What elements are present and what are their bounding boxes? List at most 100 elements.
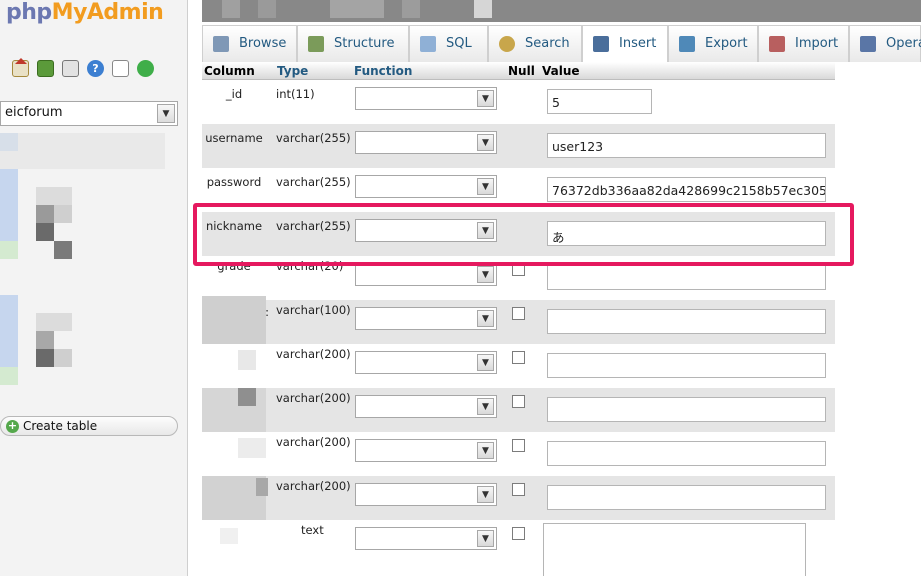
tab-insert[interactable]: Insert [582,25,668,63]
value-input[interactable] [547,353,826,378]
null-checkbox[interactable] [512,483,525,496]
docs-icon[interactable] [112,60,129,77]
function-select[interactable]: ▼ [355,307,497,330]
value-input[interactable] [547,441,826,466]
header-null: Null [508,64,535,78]
chevron-down-icon[interactable]: ▼ [477,134,494,151]
plus-icon: + [6,419,19,433]
search-icon [499,36,515,52]
column-type: varchar(200) [276,435,351,449]
value-input[interactable] [547,485,826,510]
function-select[interactable]: ▼ [355,483,497,506]
column-name: : [265,305,269,319]
operations-icon [860,36,876,52]
null-checkbox[interactable] [512,527,525,540]
column-type: varchar(100) [276,303,351,317]
table-row: varchar(200) ▼ [202,388,835,440]
value-input[interactable]: 5 [547,89,652,114]
sql-icon [420,36,436,52]
column-type: varchar(200) [276,391,351,405]
chevron-down-icon[interactable]: ▼ [477,90,494,107]
column-name: username [205,131,263,145]
column-type: varchar(200) [276,347,351,361]
column-type: int(11) [276,87,315,101]
query-icon[interactable] [62,60,79,77]
nav-toolbar: ? [12,58,154,77]
chevron-down-icon[interactable]: ▼ [157,104,175,123]
structure-icon [308,36,324,52]
value-textarea[interactable] [543,523,806,576]
table-row: password varchar(255) ▼ 76372db336aa82da… [202,168,835,212]
value-input[interactable]: 76372db336aa82da428699c2158b57ec30515c9 [547,177,826,202]
function-select[interactable]: ▼ [355,527,497,550]
value-input[interactable] [547,397,826,422]
tab-export[interactable]: Export [668,25,758,62]
chevron-down-icon[interactable]: ▼ [477,486,494,503]
function-select[interactable]: ▼ [355,263,497,286]
tab-search[interactable]: Search [488,25,582,62]
null-checkbox[interactable] [512,395,525,408]
null-checkbox[interactable] [512,263,525,276]
value-input[interactable] [547,265,826,290]
insert-icon [593,36,609,52]
function-select[interactable]: ▼ [355,131,497,154]
create-table-button[interactable]: + Create table [0,416,178,436]
header-type[interactable]: Type [277,62,308,80]
function-select[interactable]: ▼ [355,219,497,242]
table-row: varchar(200) ▼ [202,344,835,388]
chevron-down-icon[interactable]: ▼ [477,530,494,547]
server-breadcrumb-bar [202,0,921,22]
value-input[interactable]: あ [547,221,826,246]
null-checkbox[interactable] [512,307,525,320]
chevron-down-icon[interactable]: ▼ [477,442,494,459]
tab-structure[interactable]: Structure [297,25,409,62]
chevron-down-icon[interactable]: ▼ [477,266,494,283]
export-icon [679,36,695,52]
chevron-down-icon[interactable]: ▼ [477,222,494,239]
table-row: username varchar(255) ▼ user123 [202,124,835,168]
table-row: text ▼ [202,520,835,576]
exit-icon[interactable] [37,60,54,77]
database-select[interactable]: eicforum ▼ [0,101,178,126]
function-select[interactable]: ▼ [355,395,497,418]
tab-sql[interactable]: SQL [409,25,488,62]
column-type: varchar(20) [276,259,344,273]
chevron-down-icon[interactable]: ▼ [477,398,494,415]
chevron-down-icon[interactable]: ▼ [477,310,494,327]
chevron-down-icon[interactable]: ▼ [477,354,494,371]
insert-form-header: Column Type Function Null Value [202,62,835,80]
value-input[interactable]: user123 [547,133,826,158]
header-column: Column [204,64,255,78]
column-name: password [206,175,262,189]
tab-bar: Browse Structure SQL Search Insert Expor… [202,25,921,63]
table-row: varchar(200) ▼ [202,476,835,530]
column-type: varchar(255) [276,219,351,233]
redacted-table-list [0,133,165,169]
function-select[interactable]: ▼ [355,351,497,374]
table-row: : varchar(100) ▼ [202,296,835,348]
tab-browse[interactable]: Browse [202,25,297,62]
tab-operations[interactable]: Opera [849,25,921,62]
tab-import[interactable]: Import [758,25,849,62]
function-select[interactable]: ▼ [355,87,497,110]
phpmyadmin-logo[interactable]: phpMyAdmin [6,0,164,25]
chevron-down-icon[interactable]: ▼ [477,178,494,195]
null-checkbox[interactable] [512,351,525,364]
table-row: _id int(11) ▼ 5 [202,80,835,124]
null-checkbox[interactable] [512,439,525,452]
home-icon[interactable] [12,58,29,77]
table-row: varchar(200) ▼ [202,432,835,476]
value-input[interactable] [547,309,826,334]
column-type: text [301,523,324,537]
column-type: varchar(200) [276,479,351,493]
table-row: grade varchar(20) ▼ [202,256,835,300]
column-name: _id [225,87,243,101]
function-select[interactable]: ▼ [355,439,497,462]
column-type: varchar(255) [276,175,351,189]
reload-icon[interactable] [137,60,154,77]
help-icon[interactable]: ? [87,60,104,77]
import-icon [769,36,785,52]
table-row: nickname varchar(255) ▼ あ [202,212,835,256]
header-function[interactable]: Function [354,62,412,80]
function-select[interactable]: ▼ [355,175,497,198]
